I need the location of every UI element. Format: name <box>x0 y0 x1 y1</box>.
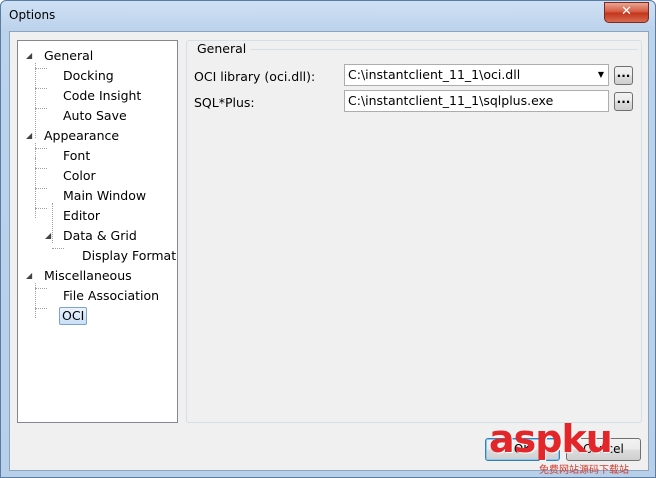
tree-item-label: File Association <box>63 288 160 303</box>
expand-arrow-icon[interactable]: ◢ <box>26 267 36 285</box>
sqlplus-field[interactable]: C:\instantclient_11_1\sqlplus.exe <box>344 90 609 112</box>
sqlplus-label: SQL*Plus: <box>194 95 255 110</box>
tree-item-label: Main Window <box>63 188 147 203</box>
group-divider <box>250 49 638 50</box>
tree-item-label: Font <box>63 148 91 163</box>
oci-library-value: C:\instantclient_11_1\oci.dll <box>348 67 521 82</box>
sqlplus-value: C:\instantclient_11_1\sqlplus.exe <box>348 93 554 108</box>
tree-item-label: OCI <box>59 307 88 325</box>
tree-item-label: Appearance <box>44 128 120 143</box>
tree-item-label: Auto Save <box>63 108 127 123</box>
options-tree[interactable]: ◢ General Docking Code Insight Auto Save… <box>17 40 178 423</box>
oci-library-label: OCI library (oci.dll): <box>194 69 316 84</box>
options-dialog: Options ✕ ◢ General Docking Code Insight… <box>0 0 656 478</box>
sqlplus-browse-button[interactable]: ... <box>614 92 633 111</box>
expand-arrow-icon[interactable]: ◢ <box>26 47 36 65</box>
oci-browse-button[interactable]: ... <box>614 66 633 85</box>
tree-item-label: Data & Grid <box>63 228 137 243</box>
close-button[interactable]: ✕ <box>604 2 649 23</box>
watermark-logo: aspku 免费网站源码下载站 <box>483 417 653 476</box>
tree-item-label: Editor <box>63 208 100 223</box>
title-bar[interactable]: Options ✕ <box>1 1 655 31</box>
oci-library-combobox[interactable]: C:\instantclient_11_1\oci.dll ▼ <box>344 64 609 86</box>
watermark-subtitle: 免费网站源码下载站 <box>539 465 629 476</box>
tree-item-label: Docking <box>63 68 114 83</box>
tree-item-label: Miscellaneous <box>44 268 132 283</box>
tree-item-label: Color <box>63 168 96 183</box>
chevron-down-icon[interactable]: ▼ <box>598 65 604 85</box>
expand-arrow-icon[interactable]: ◢ <box>45 227 55 245</box>
watermark-text: aspku <box>489 417 613 461</box>
close-icon: ✕ <box>621 4 632 19</box>
dialog-client-area: ◢ General Docking Code Insight Auto Save… <box>9 31 649 471</box>
window-title: Options <box>9 8 56 22</box>
tree-item-label: General <box>44 48 94 63</box>
tree-item-label: Display Format <box>82 248 177 263</box>
expand-arrow-icon[interactable]: ◢ <box>26 127 36 145</box>
tree-item-label: Code Insight <box>63 88 142 103</box>
group-title: General <box>194 41 250 56</box>
